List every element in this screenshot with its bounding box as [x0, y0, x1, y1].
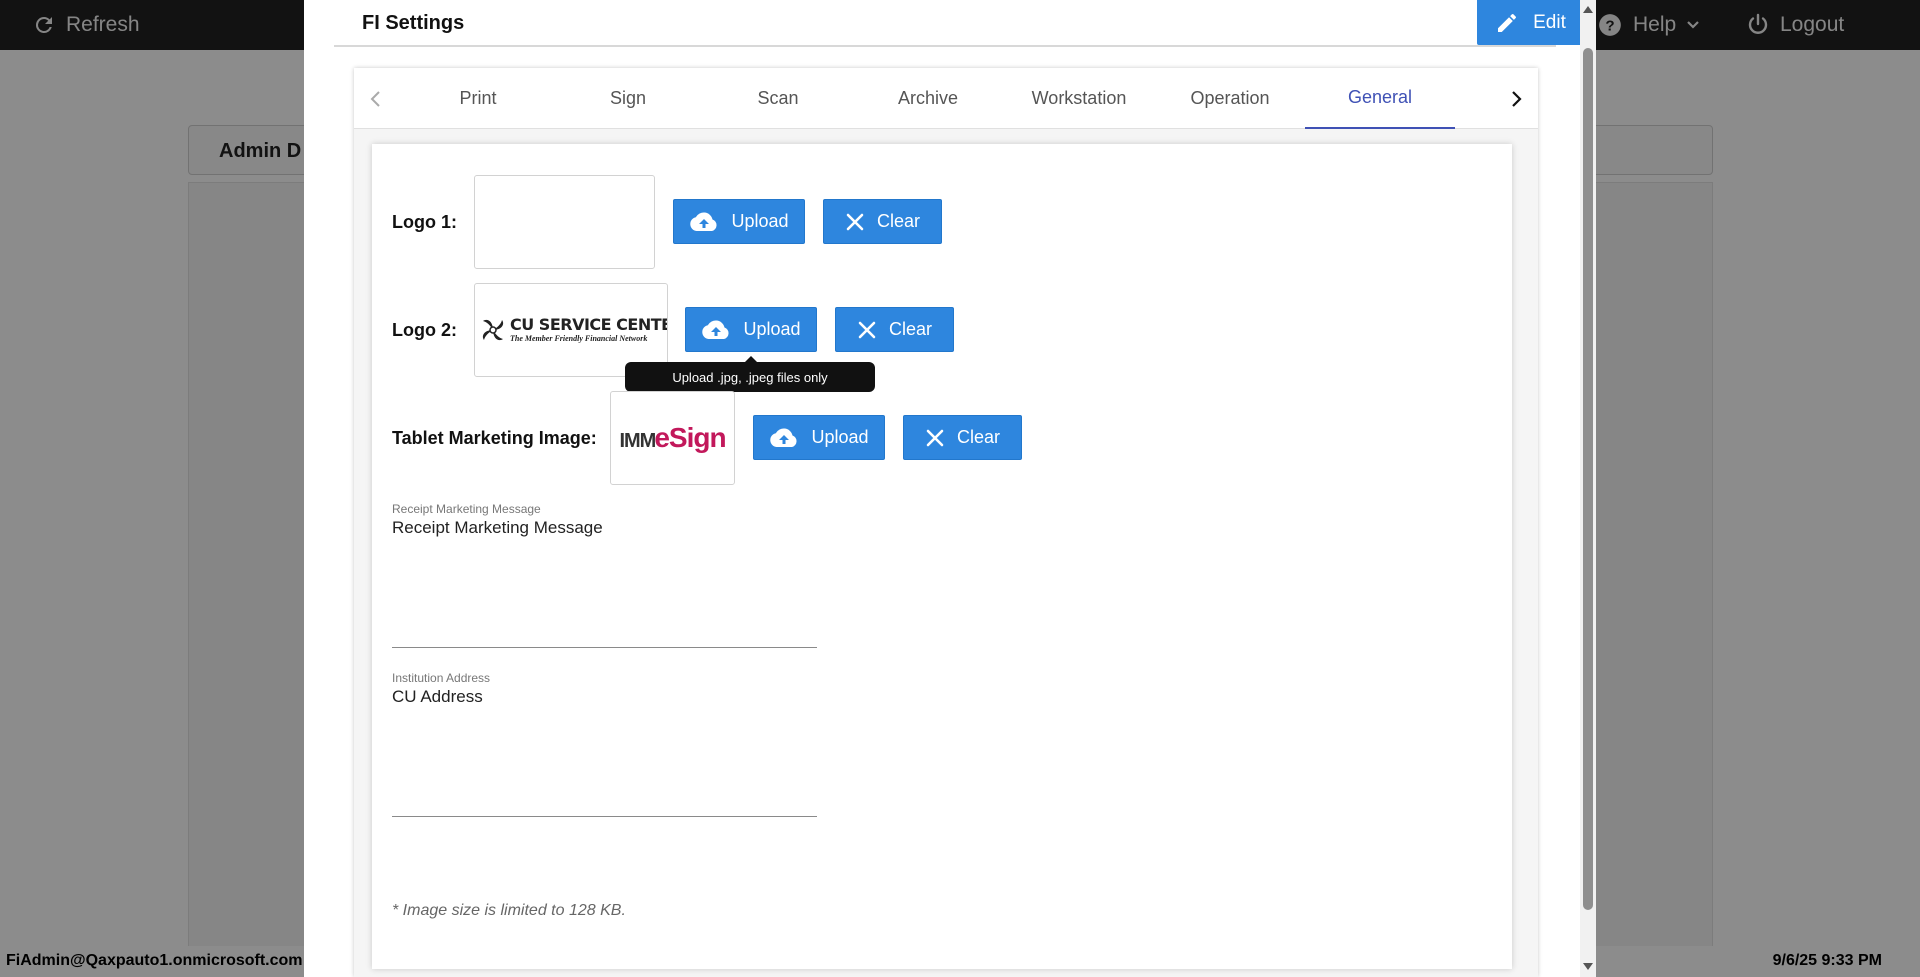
pencil-icon: [1495, 11, 1519, 35]
tab-scan[interactable]: Scan: [703, 68, 853, 129]
tabs-scroll-right-button[interactable]: [1494, 68, 1538, 129]
logo1-upload-button[interactable]: Upload: [673, 199, 805, 244]
dialog-scrollbar[interactable]: [1580, 0, 1596, 977]
tab-print[interactable]: Print: [403, 68, 553, 129]
tooltip-text: Upload .jpg, .jpeg files only: [672, 369, 828, 385]
logo2-clear-button[interactable]: Clear: [835, 307, 954, 352]
clear-label: Clear: [876, 211, 920, 231]
logo2-brand-text: CU SERVICE CENTERS: [510, 315, 667, 334]
general-settings-panel: Logo 1: Upload Clear Logo 2: CU SERVICE …: [372, 144, 1512, 969]
tabs-scroll-left-button[interactable]: [354, 68, 398, 129]
upload-label: Upload: [811, 427, 869, 447]
edit-label: Edit: [1533, 11, 1566, 33]
logo2-upload-button[interactable]: Upload: [685, 307, 817, 352]
institution-address-value[interactable]: CU Address: [392, 687, 483, 707]
clear-label: Clear: [888, 319, 932, 339]
cloud-upload-icon: [701, 319, 731, 341]
esign-text: eSign: [654, 422, 726, 453]
cu-service-centers-logo: CU SERVICE CENTERS® The Member Friendly …: [478, 315, 667, 345]
tab-general[interactable]: General: [1305, 68, 1455, 129]
tooltip-arrow: [745, 356, 757, 362]
logo1-label: Logo 1:: [392, 212, 457, 232]
close-icon: [857, 320, 877, 340]
fi-settings-dialog: FI Settings Edit Print Sign Scan Archive…: [304, 0, 1596, 977]
receipt-marketing-message-field[interactable]: Receipt Marketing Message Receipt Market…: [392, 502, 817, 648]
institution-address-label: Institution Address: [392, 671, 491, 685]
upload-tooltip: Upload .jpg, .jpeg files only: [625, 356, 875, 392]
scrollbar-thumb[interactable]: [1583, 48, 1593, 910]
logo2-label: Logo 2:: [392, 320, 457, 340]
tab-sign[interactable]: Sign: [553, 68, 703, 129]
cloud-upload-icon: [769, 427, 799, 449]
chevron-right-icon: [1509, 90, 1523, 108]
chevron-left-icon: [369, 90, 383, 108]
close-icon: [845, 212, 865, 232]
scroll-down-arrow-icon[interactable]: [1583, 963, 1593, 970]
settings-tabs: Print Sign Scan Archive Workstation Oper…: [354, 68, 1538, 129]
institution-address-field[interactable]: Institution Address CU Address: [392, 671, 817, 817]
logo1-clear-button[interactable]: Clear: [823, 199, 942, 244]
image-size-note: * Image size is limited to 128 KB.: [392, 902, 626, 919]
edit-button[interactable]: Edit: [1477, 0, 1584, 45]
pinwheel-logo-icon: [478, 315, 508, 345]
imm-esign-logo: IMM eSign: [619, 422, 726, 454]
cloud-upload-icon: [689, 211, 719, 233]
tablet-clear-button[interactable]: Clear: [903, 415, 1022, 460]
dialog-header: FI Settings Edit: [334, 0, 1584, 47]
clear-label: Clear: [956, 427, 1000, 447]
imm-text: IMM: [619, 430, 656, 452]
logo1-preview: [474, 175, 655, 269]
tablet-marketing-image-preview: IMM eSign: [610, 391, 735, 485]
tablet-upload-button[interactable]: Upload: [753, 415, 885, 460]
logo2-tagline: The Member Friendly Financial Network: [510, 334, 648, 343]
receipt-marketing-message-label: Receipt Marketing Message: [392, 502, 541, 516]
dialog-title: FI Settings: [362, 12, 465, 34]
close-icon: [925, 428, 945, 448]
tab-workstation[interactable]: Workstation: [1004, 68, 1154, 129]
tab-archive[interactable]: Archive: [853, 68, 1003, 129]
tablet-marketing-image-label: Tablet Marketing Image:: [392, 428, 597, 448]
settings-card: Print Sign Scan Archive Workstation Oper…: [354, 68, 1538, 977]
upload-label: Upload: [743, 319, 801, 339]
tab-operation[interactable]: Operation: [1155, 68, 1305, 129]
scroll-up-arrow-icon[interactable]: [1583, 6, 1593, 13]
receipt-marketing-message-value[interactable]: Receipt Marketing Message: [392, 518, 603, 538]
upload-label: Upload: [731, 211, 789, 231]
